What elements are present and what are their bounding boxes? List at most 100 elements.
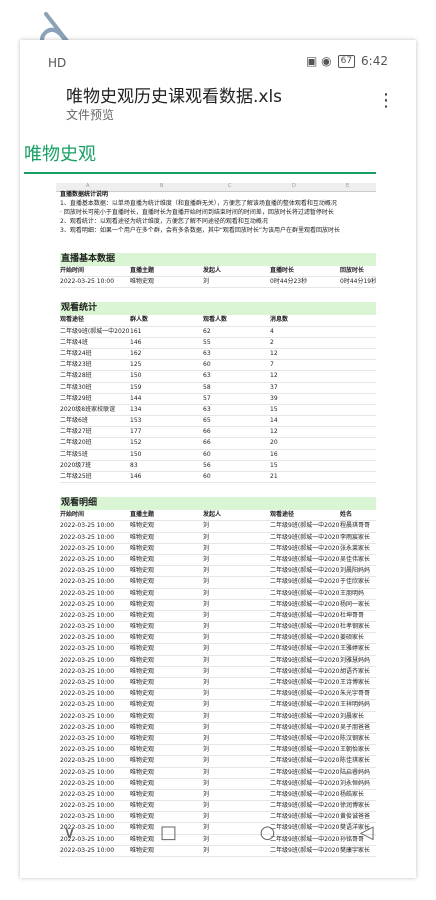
cell: 2022-03-25 10:00 [60,723,115,731]
cell: 二年级9班(郝城一中2020) [270,623,340,631]
notes-line: 1、直播基本数据：以单场直播为统计维度（和直播群无关），方便您了解该场直播的整体… [60,200,337,207]
cell: 4 [270,327,274,335]
cell: 62 [203,327,211,335]
cell: 125 [130,361,142,369]
cell: 刘 [203,623,210,631]
cell: 60 [203,361,211,369]
cell: 杜坤哥哥 [340,611,365,619]
table-header: 观看途径 群人数 观看人数 消息数 [60,315,376,327]
cell: 2022-03-25 10:00 [60,734,115,742]
cell: 2022-03-25 10:00 [60,533,115,541]
cell: 2022-03-25 10:00 [60,611,115,619]
header-cell: 观看人数 [203,316,228,324]
cell: 12 [270,349,278,357]
cell: 陈佳琪家长 [340,757,371,765]
cell: 刘 [203,533,210,541]
cell: 唯物史观 [130,779,155,787]
cell: 刘 [203,712,210,720]
cell: 2022-03-25 10:00 [60,779,115,787]
cell: 唯物史观 [130,634,155,642]
cell: 唯物史观 [130,734,155,742]
sheet-tab[interactable]: 唯物史观 [24,140,96,166]
cell: 二年级9班(郝城一中2020) [270,757,340,765]
cell: 刘雅慧妈妈 [340,656,371,664]
table-row: 二年级28班 150 63 12 [60,371,376,383]
cell: 王雅婷家长 [340,645,371,653]
cell: 2022-03-25 10:00 [60,790,115,798]
table-row: 2022-03-25 10:00 唯物史观 刘 二年级9班(郝城一中2020) 张永莱家… [60,544,376,555]
cell: 刘 [203,746,210,754]
header-cell: 观看途径 [270,511,295,519]
cell: 2020级8班家校联谊 [60,405,116,413]
cell: 唯物史观 [130,611,155,619]
table-row: 2022-03-25 10:00 唯物史观 刘 二年级9班(郝城一中2020) 王诗博家… [60,678,376,690]
cell: 二年级9班(郝城一中2020) [270,790,340,798]
header-cell: 直播主题 [130,511,155,519]
header-cell: 直播主题 [130,267,155,274]
cell: 2020级7班 [60,461,92,469]
header-cell: 观看途径 [60,316,85,324]
cell: 二年级9班(郝城一中2020) [270,723,340,731]
cell: 唯物史观 [130,522,155,530]
cell: 146 [130,473,142,480]
table-row: 2022-03-25 10:00 唯物史观 刘 二年级9班(郝城一中2020) 姜硕家长 [60,633,376,645]
cell: 7 [270,361,274,369]
header-cell: 直播时长 [270,267,295,274]
cell: 刘 [203,802,210,810]
cell: 唯物史观 [130,723,155,731]
cell: 二年级9班(郝城一中2020) [270,701,340,709]
cell: 唯物史观 [130,645,155,653]
cell: 唯物史观 [130,746,155,754]
section-title-detail: 观看明细 [60,497,376,511]
cell: 刘 [203,656,210,664]
nav-recent-icon[interactable]: ◁ [347,822,387,843]
more-options-icon[interactable]: ⋮ [377,90,396,111]
table-row: 2022-03-25 10:00 唯物史观 刘 二年级9班(郝城一中2020) 李雨宸家… [60,533,376,544]
cell: 56 [203,461,211,469]
detail-table: 开始时间 直播主题 发起人 观看途径 姓名 2022-03-25 10:00 唯物… [60,510,376,857]
cell: 刘 [203,690,210,698]
cell: 唯物史观 [130,278,155,286]
cell: 2022-03-25 10:00 [60,656,115,664]
cell: 徐润博家长 [340,802,371,810]
table-row: 二年级29班 144 57 39 [60,394,376,405]
cell: 66 [203,428,211,436]
cell: 16 [270,450,278,458]
cell: 2022-03-25 10:00 [60,600,115,608]
cell: 65 [203,417,211,425]
cell: 王朋明妈 [340,589,365,597]
cell: 唯物史观 [130,790,155,798]
table-row: 二年级4班 146 55 2 [60,338,376,349]
cell: 177 [130,428,142,436]
cell: 唯物史观 [130,533,155,541]
cell: 杨皓家长 [340,790,365,798]
cell: 2022-03-25 10:00 [60,701,115,709]
cell: 二年级9班(郝城一中2020) [270,802,340,810]
spreadsheet[interactable]: 直播数据统计说明 1、直播基本数据：以单场直播为统计维度（和直播群无关），方便您… [60,190,376,857]
cell: 二年级28班 [60,372,92,380]
status-right: ▣ ◉ 67 6:42 [306,54,388,68]
cell: 刘 [203,667,210,675]
cell: 2022-03-25 10:00 [60,712,115,720]
cell: 刘 [203,757,210,765]
table-header: 开始时间 直播主题 发起人 直播时长 回放时长 [60,266,376,278]
cell: 37 [270,383,278,391]
cell: 20 [270,439,278,447]
table-row: 2022-03-25 10:00 唯物史观 刘 二年级9班(郝城一中2020) 刘晨家长 [60,712,376,723]
section-title-stats: 观看统计 [60,302,376,316]
notes-line: 3、观看明细：如果一个用户在多个群，会有多条数据，其中“观看回放时长”为该用户在… [60,227,341,234]
cell: 刘 [203,578,210,586]
cell: 2022-03-25 10:00 [60,690,115,698]
cell: 王祥明妈妈 [340,701,371,709]
nav-back-icon[interactable]: ∨ [50,822,90,843]
table-row: 二年级24班 162 63 12 [60,349,376,361]
cell: 二年级24班 [60,349,92,357]
cell: 162 [130,349,142,357]
nav-home-icon[interactable]: ○ [248,822,288,843]
cell: 唯物史观 [130,656,155,664]
cell: 二年级9班(郝城一中2020) [270,567,340,575]
cell: 2022-03-25 10:00 [60,768,115,776]
nav-square-icon[interactable]: □ [149,822,189,843]
cell: 161 [130,327,142,335]
cell: 刘 [203,522,210,530]
